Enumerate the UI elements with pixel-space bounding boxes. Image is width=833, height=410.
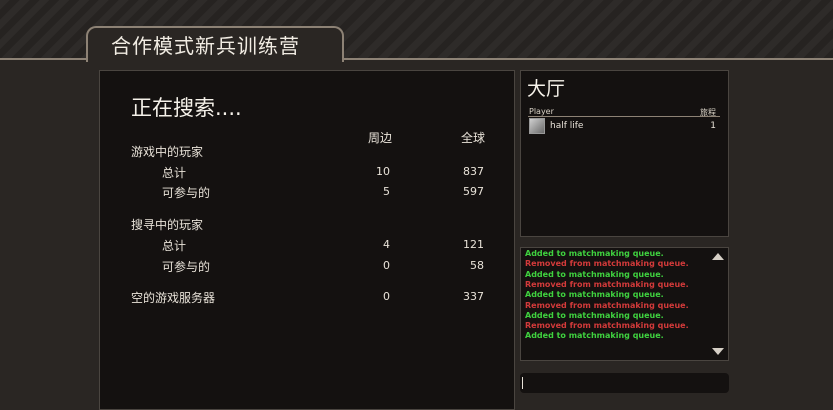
player-name[interactable]: half life [550, 121, 583, 131]
searching-joinable-nearby: 0 [383, 259, 390, 272]
searching-total-label: 总计 [162, 239, 187, 253]
in-game-total-nearby: 10 [376, 165, 390, 178]
text-caret [522, 377, 523, 389]
log-line: Added to matchmaking queue. [525, 331, 664, 341]
players-in-game-label: 游戏中的玩家 [131, 145, 204, 159]
player-avatar[interactable] [529, 118, 545, 134]
searching-joinable-label: 可参与的 [162, 260, 211, 274]
scroll-up-icon[interactable] [712, 253, 724, 260]
log-line: Removed from matchmaking queue. [525, 259, 689, 269]
in-game-joinable-label: 可参与的 [162, 186, 211, 200]
log-line: Removed from matchmaking queue. [525, 279, 689, 289]
in-game-joinable-global: 597 [463, 185, 484, 198]
searching-joinable-global: 58 [470, 259, 484, 272]
col-global-header: 全球 [461, 131, 486, 145]
empty-servers-nearby: 0 [383, 290, 390, 303]
log-line: Added to matchmaking queue. [525, 310, 664, 320]
log-line: Removed from matchmaking queue. [525, 321, 689, 331]
in-game-total-global: 837 [463, 165, 484, 178]
in-game-total-label: 总计 [162, 166, 187, 180]
scroll-down-icon[interactable] [712, 348, 724, 355]
log-line: Added to matchmaking queue. [525, 249, 664, 258]
col-nearby-header: 周边 [368, 131, 393, 145]
log-line: Added to matchmaking queue. [525, 269, 664, 279]
log-line: Removed from matchmaking queue. [525, 300, 689, 310]
chat-input[interactable] [520, 373, 729, 393]
players-searching-label: 搜寻中的玩家 [131, 218, 204, 232]
lobby-title: 大厅 [527, 78, 566, 100]
searching-total-global: 121 [463, 238, 484, 251]
page-title: 合作模式新兵训练营 [111, 34, 300, 58]
empty-servers-global: 337 [463, 290, 484, 303]
in-game-joinable-nearby: 5 [383, 185, 390, 198]
player-level: 1 [710, 121, 716, 131]
lobby-divider [528, 116, 720, 117]
log-line: Added to matchmaking queue. [525, 290, 664, 300]
searching-total-nearby: 4 [383, 238, 390, 251]
search-status: 正在搜索.... [131, 96, 242, 120]
empty-servers-label: 空的游戏服务器 [131, 291, 216, 305]
lobby-col-player: Player [529, 107, 554, 116]
